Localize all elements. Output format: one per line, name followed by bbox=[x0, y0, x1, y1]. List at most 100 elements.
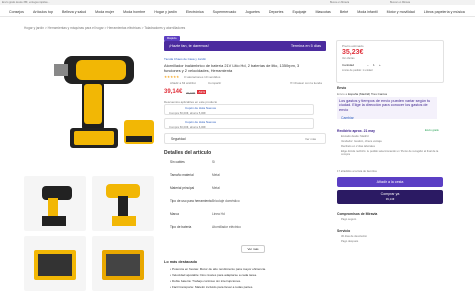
ship-region[interactable]: España (Madrid) Tres Cantos bbox=[348, 92, 387, 96]
buy-now-button[interactable]: Comprar ya 39,14€ bbox=[337, 190, 443, 204]
security-label: Seguridad bbox=[171, 137, 186, 141]
nav-item[interactable]: Hogar y jardín bbox=[154, 10, 177, 14]
detail-row: Tipo de batería Atornillador eléctrico bbox=[170, 225, 241, 229]
estimated-price-label: Precio estimado bbox=[342, 44, 364, 48]
commitment-item: Pago seguro bbox=[341, 218, 357, 221]
ship-line-4: Elige dónde recibirlo: tu pedido selecci… bbox=[341, 150, 439, 157]
price-panel: Precio estimado 35,23€ Ver ofertas Canti… bbox=[336, 40, 444, 83]
nav-item[interactable]: Moda mujer bbox=[95, 10, 114, 14]
top-bar-search[interactable]: Busca en Miravia bbox=[330, 1, 349, 4]
detail-row: Material principal Metal bbox=[170, 186, 220, 190]
nav-item[interactable]: Moda infantil bbox=[357, 10, 377, 14]
nav-item[interactable]: Belleza y salud bbox=[62, 10, 86, 14]
quantity-value[interactable]: 1 bbox=[373, 63, 375, 67]
discount-badge: -51% bbox=[197, 90, 207, 94]
shipping-note-text: Los gastos y tiempos de envío pueden var… bbox=[339, 99, 431, 112]
detail-value: Metal bbox=[212, 186, 220, 190]
change-address[interactable]: Cambiar bbox=[341, 116, 354, 120]
detail-key: Marca bbox=[170, 212, 179, 216]
highlights-title: Lo más destacado bbox=[164, 260, 198, 264]
quantity-label: Cantidad bbox=[342, 63, 355, 67]
ship-line-3: Recibelo en 2 días laborales bbox=[341, 145, 375, 148]
detail-row: Marca Linea Hd bbox=[170, 212, 225, 216]
nav-item[interactable]: Artículos top bbox=[33, 10, 53, 14]
detail-row: Tipo de uso para herramienta Bricolaje do… bbox=[170, 199, 240, 203]
highlight-item: • Velocidad ajustable: Dos niveles para … bbox=[170, 273, 257, 277]
add-to-cart-button[interactable]: Añadir a la cesta bbox=[337, 177, 443, 187]
coupon-desc-2: Compra 60,00€, ahorra 6,00€ bbox=[169, 124, 206, 129]
share-link[interactable]: ✉ Chatear con la tienda bbox=[290, 81, 322, 85]
reviews-count[interactable]: 0 valoraciones 10 vendidos bbox=[184, 75, 220, 79]
service-title: Servicio bbox=[337, 229, 351, 233]
compare-link[interactable]: Compartir bbox=[208, 81, 221, 85]
security-card[interactable]: Seguridad Ver más bbox=[164, 133, 326, 144]
detail-value: Metal bbox=[212, 173, 220, 177]
nav-item[interactable]: Mascotas bbox=[315, 10, 330, 14]
detail-value: Sí bbox=[212, 160, 216, 164]
commitments-title: Compromisos de Miravia bbox=[337, 212, 378, 216]
highlight-item: • Potencia en fiestas: Motor de alto ren… bbox=[170, 267, 267, 271]
buy-now-price: 39,14€ bbox=[385, 197, 395, 201]
coupon-card-1[interactable]: Cupón de Hola Nuevos Compra 50,00€, ahor… bbox=[164, 104, 314, 115]
ship-line-2: Vendedor: Gestión, ofrece ventaja bbox=[341, 140, 382, 143]
security-more[interactable]: Ver más bbox=[305, 137, 316, 141]
shipping-label: Envío bbox=[337, 86, 347, 90]
highlight-item: • Fácil transporte: Maletín incluido par… bbox=[170, 285, 254, 289]
detail-value: Linea Hd bbox=[212, 212, 225, 216]
detail-key: Tipo de batería bbox=[170, 225, 192, 229]
arrival-date: Recibirlo aprox. 21 may bbox=[337, 129, 376, 133]
top-bar: Envío gratis desde 35€, entregas rápidas… bbox=[0, 0, 475, 5]
coupon-title-1: Cupón de Hola Nuevos bbox=[185, 106, 217, 110]
nav-item[interactable]: Electrónica bbox=[186, 10, 204, 14]
ship-line-1: Enviado desde: Madrid bbox=[341, 135, 369, 138]
stock-limit: Limite de pedido: 1 unidad bbox=[342, 69, 373, 72]
coupon-title-2: Cupón de Hola Nuevos bbox=[185, 120, 217, 124]
store-link[interactable]: Tienda Chaos de Casa y Jardín bbox=[164, 57, 206, 61]
detail-row: Sin cables Sí bbox=[170, 160, 215, 164]
favorites-count: 17 añadidos a la lista de favoritos bbox=[337, 170, 377, 173]
nav-item[interactable]: Supermercado bbox=[213, 10, 237, 14]
coupon-desc-1: Compra 50,00€, ahorra 5,00€ bbox=[169, 110, 206, 115]
detail-key: Sin cables bbox=[170, 160, 185, 164]
see-more-button[interactable]: Ver más bbox=[241, 245, 265, 253]
nav-item[interactable]: Consejos bbox=[9, 10, 24, 14]
top-bar-search-alt[interactable]: Buscar en Miravia bbox=[390, 1, 410, 4]
thumbnail-2[interactable] bbox=[92, 176, 154, 231]
detail-key: Tipo de uso para herramienta bbox=[170, 199, 212, 203]
thumbnail-4[interactable] bbox=[92, 236, 154, 291]
nav-item[interactable]: Juguetes bbox=[245, 10, 260, 14]
top-bar-left: Envío gratis desde 35€, entregas rápidas… bbox=[2, 1, 50, 4]
coupon-card-2[interactable]: Cupón de Hola Nuevos Compra 60,00€, ahor… bbox=[164, 118, 314, 129]
ship-to: Envío a bbox=[337, 92, 348, 96]
promo-banner-timer: Termina en 5 días bbox=[290, 44, 321, 48]
detail-key: Tamaño material bbox=[170, 173, 194, 177]
nav-item[interactable]: Moda hombre bbox=[123, 10, 145, 14]
nav-item[interactable]: Deportes bbox=[269, 10, 284, 14]
thumbnail-3[interactable] bbox=[24, 236, 86, 291]
free-shipping: Envío gratis bbox=[425, 129, 439, 132]
thumbnail-1[interactable] bbox=[24, 176, 86, 231]
detail-value: Atornillador eléctrico bbox=[212, 225, 241, 229]
product-title-line2: funciones y 2 velocidades, Herramienta bbox=[164, 68, 233, 73]
detail-row: Tamaño material Metal bbox=[170, 173, 220, 177]
wishlist-link[interactable]: Añadir a Mi wishlist bbox=[170, 81, 196, 85]
nav-item[interactable]: Libros papelería y música bbox=[424, 10, 465, 14]
see-offers[interactable]: Ver ofertas bbox=[342, 57, 355, 60]
old-price: 79,90€ bbox=[186, 91, 196, 95]
breadcrumb[interactable]: Hogar y jardín > Herramientas y máquinas… bbox=[24, 26, 185, 30]
highlight-item: • Doble batería: Trabajo continuo sin in… bbox=[170, 279, 242, 283]
category-nav: Consejos Artículos top Belleza y salud Moda… bbox=[0, 7, 475, 17]
main-product-image[interactable] bbox=[24, 36, 159, 171]
service-item-1: 30 días de devolución bbox=[341, 235, 368, 238]
nav-item[interactable]: Equipaje bbox=[292, 10, 306, 14]
nav-item[interactable]: Bebé bbox=[340, 10, 348, 14]
quantity-plus[interactable]: + bbox=[379, 63, 381, 67]
quantity-minus[interactable]: − bbox=[367, 63, 369, 67]
rating-stars: ★★★★★ bbox=[164, 75, 180, 79]
service-item-2: Pago después bbox=[341, 240, 359, 243]
promo-banner-text: ¡Hazte fan, te daremos! bbox=[169, 44, 209, 48]
nav-item[interactable]: Motor y movilidad bbox=[387, 10, 415, 14]
estimated-price: 35,23€ bbox=[342, 49, 364, 56]
detail-value: Bricolaje doméstico bbox=[212, 199, 240, 203]
product-price: 39,14€ bbox=[164, 89, 183, 95]
